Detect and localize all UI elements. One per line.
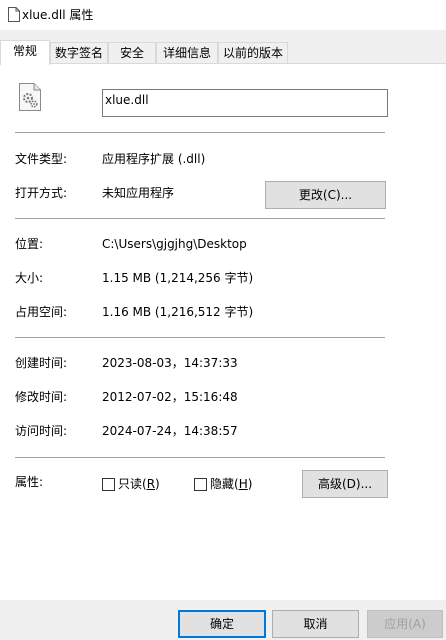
size-on-disk-label: 占用空间: bbox=[15, 305, 68, 319]
size-label: 大小: bbox=[15, 271, 44, 285]
accessed-value: 2024-07-24，14:38:57 bbox=[102, 424, 238, 438]
hidden-checkbox-box[interactable] bbox=[194, 477, 207, 491]
hidden-checkbox-label[interactable]: 隐藏(H) bbox=[210, 476, 252, 492]
opens-with-value: 未知应用程序 bbox=[102, 186, 175, 200]
apply-button[interactable]: 应用(A) bbox=[367, 610, 443, 638]
tab-strip: 常规 数字签名 安全 详细信息 以前的版本 bbox=[0, 40, 446, 65]
accessed-label: 访问时间: bbox=[15, 424, 68, 438]
window-title: xlue.dll 属性 bbox=[22, 8, 94, 22]
modified-value: 2012-07-02，15:16:48 bbox=[102, 390, 238, 404]
hidden-checkbox[interactable]: 隐藏(H) bbox=[194, 476, 252, 492]
readonly-checkbox-box[interactable] bbox=[102, 477, 115, 491]
separator bbox=[15, 457, 385, 458]
tab-security[interactable]: 安全 bbox=[108, 42, 156, 64]
advanced-button[interactable]: 高级(D)... bbox=[302, 470, 388, 498]
ok-button[interactable]: 确定 bbox=[178, 610, 266, 638]
title-bar: xlue.dll 属性 bbox=[0, 0, 446, 30]
opens-with-label: 打开方式: bbox=[15, 186, 68, 200]
tab-digital-signatures[interactable]: 数字签名 bbox=[50, 42, 108, 64]
size-value: 1.15 MB (1,214,256 字节) bbox=[102, 271, 254, 285]
tab-general[interactable]: 常规 bbox=[0, 40, 50, 65]
separator bbox=[15, 218, 385, 219]
modified-label: 修改时间: bbox=[15, 390, 68, 404]
file-type-label: 文件类型: bbox=[15, 152, 68, 166]
separator bbox=[15, 337, 385, 338]
change-button[interactable]: 更改(C)... bbox=[265, 181, 386, 209]
file-icon bbox=[8, 7, 20, 22]
filename-input[interactable]: xlue.dll bbox=[102, 89, 388, 117]
cancel-button[interactable]: 取消 bbox=[272, 610, 359, 638]
separator bbox=[15, 132, 385, 133]
readonly-checkbox-label[interactable]: 只读(R) bbox=[118, 476, 160, 492]
readonly-checkbox[interactable]: 只读(R) bbox=[102, 476, 160, 492]
attributes-label: 属性: bbox=[15, 475, 44, 489]
tab-details[interactable]: 详细信息 bbox=[156, 42, 218, 64]
tab-previous-versions[interactable]: 以前的版本 bbox=[218, 42, 288, 64]
dll-gear-file-icon bbox=[19, 83, 41, 111]
general-panel bbox=[0, 63, 446, 600]
created-label: 创建时间: bbox=[15, 356, 68, 370]
location-label: 位置: bbox=[15, 237, 44, 251]
location-value: C:\Users\gjgjhg\Desktop bbox=[102, 237, 247, 251]
size-on-disk-value: 1.16 MB (1,216,512 字节) bbox=[102, 305, 254, 319]
file-type-value: 应用程序扩展 (.dll) bbox=[102, 152, 206, 166]
created-value: 2023-08-03，14:37:33 bbox=[102, 356, 238, 370]
